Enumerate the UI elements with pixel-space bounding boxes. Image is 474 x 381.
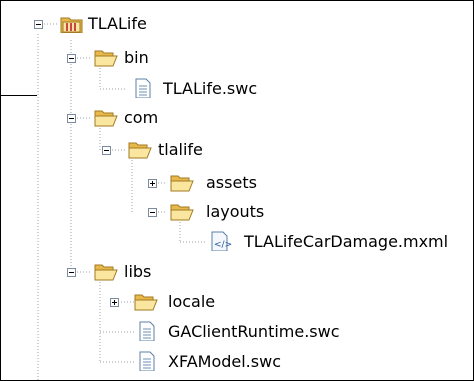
collapse-toggle-bin[interactable] <box>67 54 76 63</box>
tree-item-assets[interactable]: assets <box>206 173 257 193</box>
folder-open-icon <box>128 142 152 159</box>
collapse-toggle-tlalife[interactable] <box>34 20 43 29</box>
tree-item-tlalife-swc[interactable]: TLALife.swc <box>163 79 257 99</box>
folder-open-icon <box>170 175 194 192</box>
folder-open-icon <box>94 110 118 127</box>
folder-open-icon <box>94 50 118 67</box>
tree-item-xfamodel-swc[interactable]: XFAModel.swc <box>168 352 281 372</box>
document-icon <box>135 78 151 98</box>
expand-toggle-locale[interactable] <box>110 298 119 307</box>
tree-item-libs[interactable]: libs <box>124 262 151 282</box>
tree-item-layouts[interactable]: layouts <box>206 202 264 222</box>
tree-item-gaclientruntime-swc[interactable]: GAClientRuntime.swc <box>168 322 340 342</box>
svg-text:</>: </> <box>214 240 232 250</box>
tree-item-com[interactable]: com <box>124 108 158 128</box>
tree-item-locale[interactable]: locale <box>168 292 215 312</box>
tree-item-tlalife[interactable]: TLALife <box>88 14 147 34</box>
collapse-toggle-libs[interactable] <box>67 268 76 277</box>
folder-open-icon <box>134 294 158 311</box>
tree-item-bin[interactable]: bin <box>124 48 149 68</box>
collapse-toggle-com[interactable] <box>67 114 76 123</box>
mxml-file-icon: </> <box>211 231 232 251</box>
tree-item-tlalife-pkg[interactable]: tlalife <box>158 140 203 160</box>
expand-toggle-assets[interactable] <box>148 179 157 188</box>
tree-item-layout-file[interactable]: TLALifeCarDamage.mxml <box>244 232 448 252</box>
folder-open-icon <box>94 264 118 281</box>
collapse-toggle-tlalife-pkg[interactable] <box>102 146 111 155</box>
collapse-toggle-layouts[interactable] <box>148 208 157 217</box>
folder-open-icon <box>170 204 194 221</box>
document-icon <box>139 321 155 341</box>
document-icon <box>139 351 155 371</box>
project-folder-icon <box>60 17 83 33</box>
